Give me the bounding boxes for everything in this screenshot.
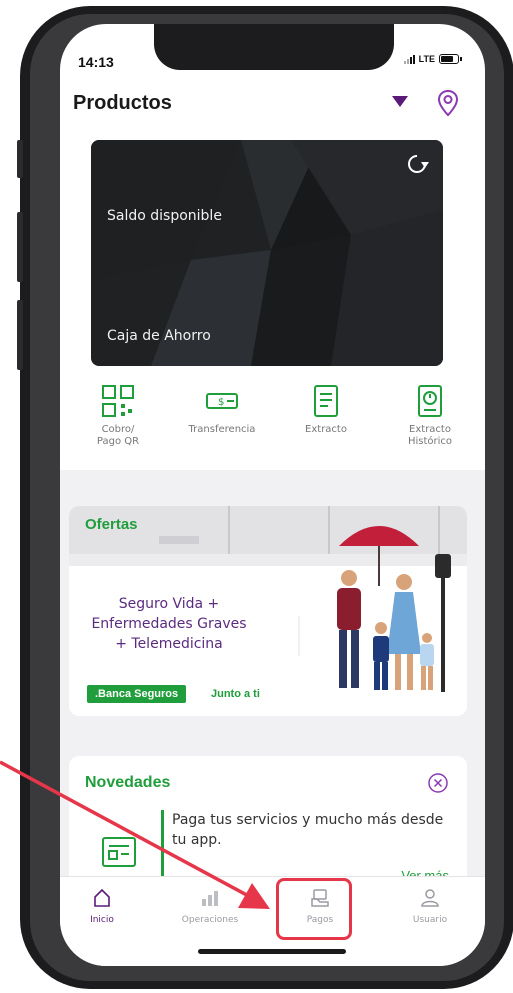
pagos-highlight-box	[276, 878, 352, 940]
annotation-arrow	[0, 760, 270, 909]
